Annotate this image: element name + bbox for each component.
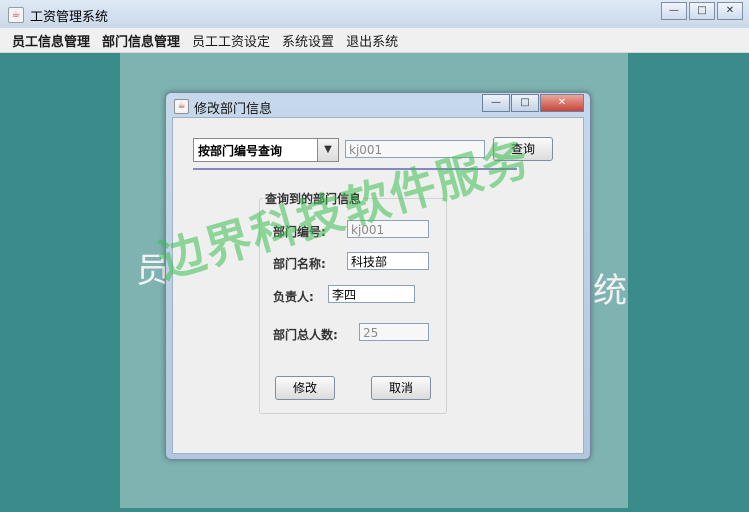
dept-no-field[interactable]: kj001 <box>347 220 429 238</box>
dropdown-arrow-icon[interactable]: ▼ <box>317 139 338 161</box>
modify-department-dialog: ☕ 修改部门信息 — □ ✕ 按部门编号查询 ▼ kj001 查询 查询到的部门… <box>165 92 591 460</box>
group-title: 查询到的部门信息 <box>263 190 364 207</box>
java-app-icon: ☕ <box>8 7 24 23</box>
dept-name-field[interactable]: 科技部 <box>347 252 429 270</box>
manager-field[interactable]: 李四 <box>328 285 415 303</box>
dialog-content: 按部门编号查询 ▼ kj001 查询 查询到的部门信息 部门编号: kj001 … <box>172 117 584 454</box>
dialog-minimize-button[interactable]: — <box>482 94 510 112</box>
window-titlebar: ☕ 工资管理系统 — □ ✕ <box>0 0 749 29</box>
minimize-button[interactable]: — <box>661 2 687 20</box>
dialog-title: 修改部门信息 <box>194 102 273 117</box>
total-field[interactable]: 25 <box>359 323 429 341</box>
menu-employee-info[interactable]: 员工信息管理 <box>0 31 96 50</box>
query-type-value: 按部门编号查询 <box>198 143 283 158</box>
dialog-close-button[interactable]: ✕ <box>540 94 584 112</box>
menu-department-info[interactable]: 部门信息管理 <box>96 31 186 50</box>
maximize-button[interactable]: □ <box>689 2 715 20</box>
manager-label: 负责人: <box>273 290 314 304</box>
java-dialog-icon: ☕ <box>174 99 189 114</box>
dept-name-label: 部门名称: <box>273 257 326 271</box>
dept-no-label: 部门编号: <box>273 225 326 239</box>
menubar: 员工信息管理 部门信息管理 员工工资设定 系统设置 退出系统 <box>0 28 749 53</box>
modify-button[interactable]: 修改 <box>275 376 335 400</box>
menu-system-settings[interactable]: 系统设置 <box>276 31 340 50</box>
query-separator <box>193 168 517 170</box>
menu-salary-setting[interactable]: 员工工资设定 <box>186 31 276 50</box>
query-type-select[interactable]: 按部门编号查询 ▼ <box>193 138 339 162</box>
total-label: 部门总人数: <box>273 328 338 342</box>
dialog-controls: — □ ✕ <box>481 94 584 112</box>
background-title-right: 统 <box>593 271 627 311</box>
window-title: 工资管理系统 <box>30 10 109 25</box>
cancel-button[interactable]: 取消 <box>371 376 431 400</box>
query-input[interactable]: kj001 <box>345 140 485 158</box>
window-controls: — □ ✕ <box>659 2 743 20</box>
dialog-maximize-button[interactable]: □ <box>511 94 539 112</box>
close-button[interactable]: ✕ <box>717 2 743 20</box>
query-button[interactable]: 查询 <box>493 137 553 161</box>
menu-exit[interactable]: 退出系统 <box>340 31 404 50</box>
